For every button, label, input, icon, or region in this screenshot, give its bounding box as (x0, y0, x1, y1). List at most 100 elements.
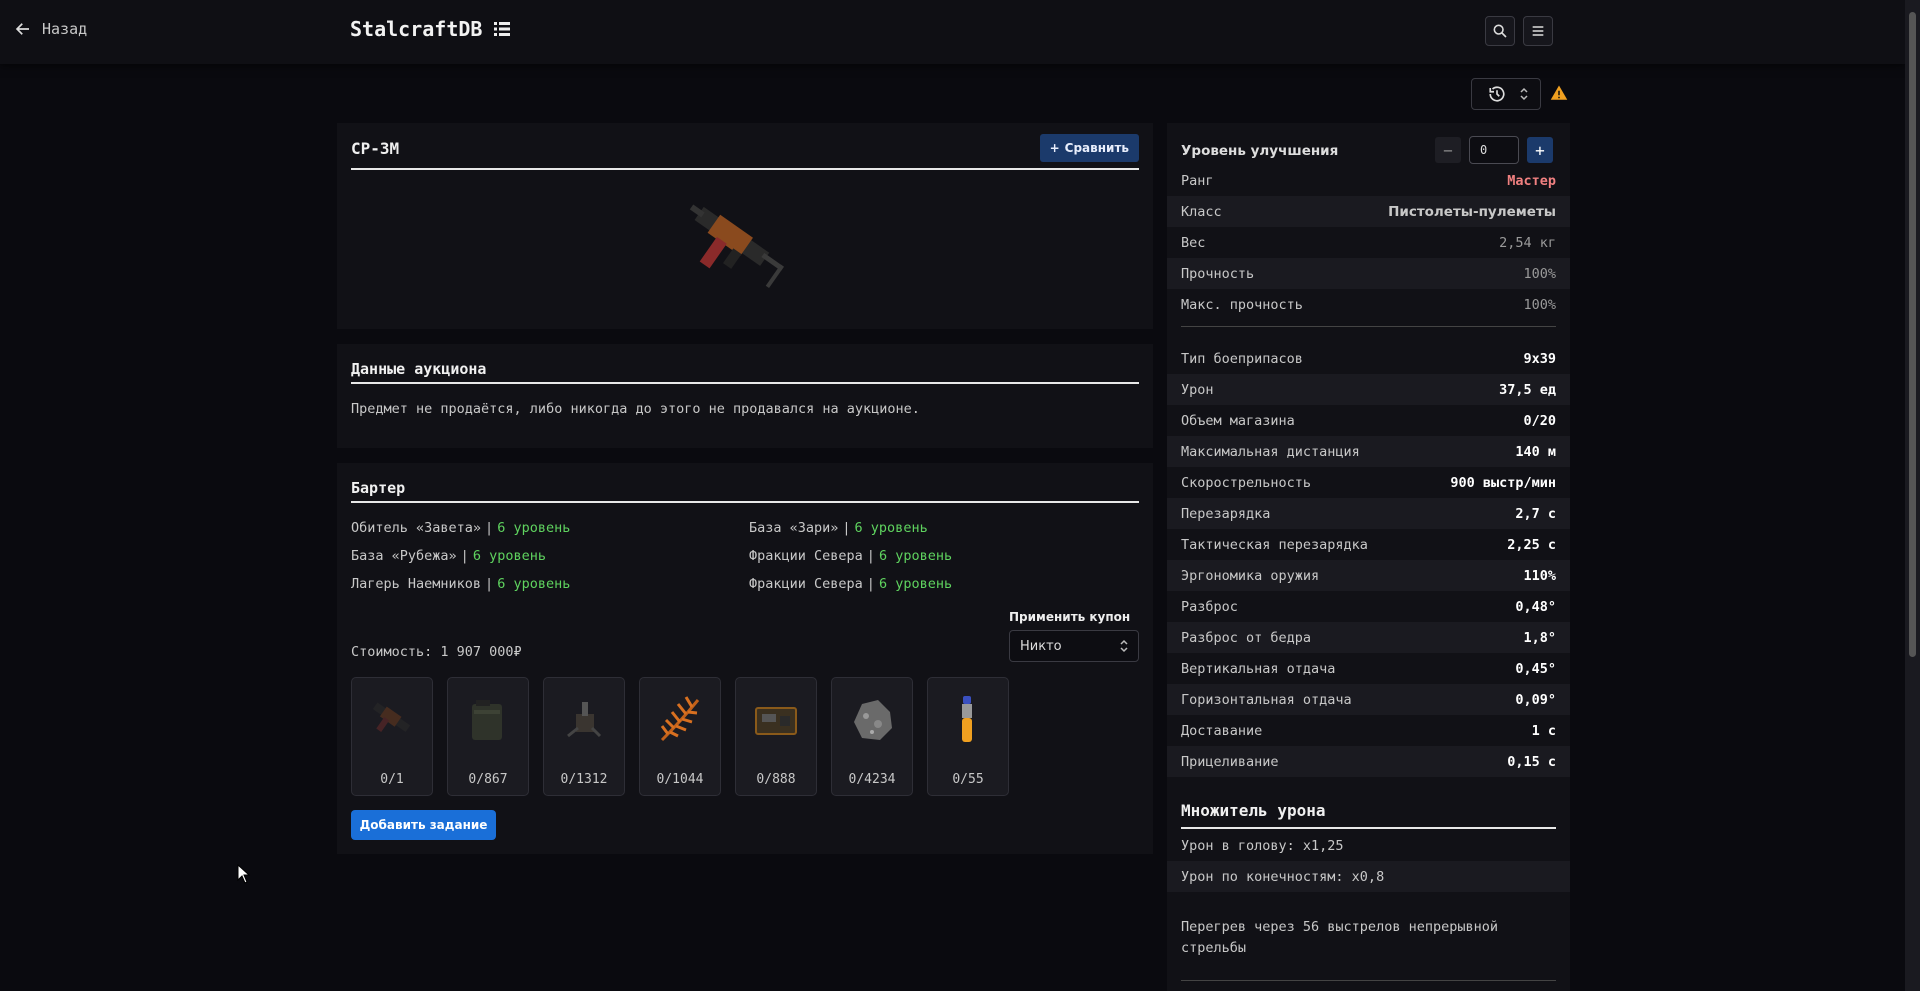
stat-value: 0,15 с (1507, 753, 1556, 770)
barter-item[interactable]: 0/1 (351, 677, 433, 796)
syringe-icon (962, 696, 972, 742)
stat-label: Перезарядка (1181, 505, 1271, 522)
database-icon (494, 22, 511, 36)
minus-icon: − (1443, 140, 1453, 160)
stat-row: Доставание 1 с (1167, 715, 1570, 746)
barter-location: Фракции Севера | 6 уровень (749, 548, 953, 564)
location-name: База «Зари» (749, 520, 839, 536)
auction-title: Данные аукциона (351, 360, 487, 378)
title-underline (351, 501, 1139, 503)
stat-row: Эргономика оружия 110% (1167, 560, 1570, 591)
coupon-select[interactable]: Никто (1009, 630, 1139, 662)
stat-row: Урон по конечностям: x0,8 (1167, 861, 1570, 892)
coupon-value: Никто (1020, 638, 1062, 654)
stat-row: Урон в голову: x1,25 (1167, 830, 1570, 861)
stat-value: 1,8° (1523, 629, 1556, 646)
location-level: 6 уровень (878, 576, 953, 592)
location-name: База «Рубежа» (351, 548, 457, 564)
stat-row: Урон 37,5 ед (1167, 374, 1570, 405)
decrement-button[interactable]: − (1435, 137, 1461, 163)
stat-row: Тип боеприпасов 9x39 (1167, 343, 1570, 374)
stat-row: Ранг Мастер (1167, 165, 1570, 196)
stat-label: Макс. прочность (1181, 296, 1303, 313)
barter-item[interactable]: 0/4234 (831, 677, 913, 796)
stat-row: Горизонтальная отдача 0,09° (1167, 684, 1570, 715)
stat-row: Объем магазина 0/20 (1167, 405, 1570, 436)
stat-label: Урон (1181, 381, 1214, 398)
barter-item[interactable]: 0/888 (735, 677, 817, 796)
item-count: 0/4234 (848, 772, 896, 787)
stat-row: Прочность 100% (1167, 258, 1570, 289)
barter-location: Лагерь Наемников | 6 уровень (351, 576, 571, 592)
stat-label: Горизонтальная отдача (1181, 691, 1352, 708)
stat-value: 0,09° (1515, 691, 1556, 708)
device-icon (567, 702, 602, 738)
location-name: Фракции Севера (749, 548, 863, 564)
stat-row: Вертикальная отдача 0,45° (1167, 653, 1570, 684)
barter-location: База «Зари» | 6 уровень (749, 520, 928, 536)
title-underline (351, 168, 1139, 170)
location-name: Фракции Севера (749, 576, 863, 592)
barter-item[interactable]: 0/1044 (639, 677, 721, 796)
increment-button[interactable]: + (1527, 137, 1553, 163)
damage-multiplier-title: Множитель урона (1181, 801, 1326, 820)
page-scrollbar[interactable] (1905, 0, 1920, 991)
mouse-cursor-icon (237, 864, 251, 884)
stat-label: Максимальная дистанция (1181, 443, 1360, 460)
menu-button[interactable] (1523, 16, 1553, 46)
coupon-label: Применить купон (1009, 610, 1131, 624)
overheat-text: Перегрев через 56 выстрелов непрерывной … (1181, 919, 1498, 956)
location-level: 6 уровень (497, 576, 571, 592)
item-count: 0/55 (952, 772, 984, 787)
barter-location: Обитель «Завета» | 6 уровень (351, 520, 571, 536)
top-bar: Назад StalcraftDB (0, 0, 1905, 64)
stat-value: 1 с (1531, 722, 1556, 739)
location-name: Обитель «Завета» (351, 520, 482, 536)
stat-value: 0,45° (1515, 660, 1556, 677)
stat-value: 0,48° (1515, 598, 1556, 615)
warning-icon[interactable] (1550, 84, 1568, 102)
stat-label: Ранг (1181, 172, 1214, 189)
location-level: 6 уровень (878, 548, 953, 564)
location-level: 6 уровень (497, 520, 571, 536)
barter-item[interactable]: 0/55 (927, 677, 1009, 796)
compare-button[interactable]: + Сравнить (1039, 134, 1139, 162)
stat-row: Класс Пистолеты-пулеметы (1167, 196, 1570, 227)
barter-item[interactable]: 0/867 (447, 677, 529, 796)
stat-value: 2,25 с (1507, 536, 1556, 553)
item-count: 0/888 (756, 772, 796, 787)
limbs-multiplier: Урон по конечностям: x0,8 (1181, 868, 1385, 885)
smg-icon (372, 702, 411, 732)
fern-icon (660, 696, 700, 742)
stat-value: 900 выстр/мин (1450, 474, 1556, 491)
stat-value: Пистолеты-пулеметы (1388, 203, 1556, 220)
stat-label: Разброс от бедра (1181, 629, 1312, 646)
history-select[interactable] (1471, 78, 1541, 110)
stat-label: Тип боеприпасов (1181, 350, 1303, 367)
upgrade-level-input[interactable] (1469, 136, 1519, 164)
barter-location: Фракции Севера | 6 уровень (749, 576, 953, 592)
divider (1181, 326, 1556, 327)
stat-label: Прочность (1181, 265, 1255, 282)
barter-location: База «Рубежа» | 6 уровень (351, 548, 546, 564)
add-task-button[interactable]: Добавить задание (351, 810, 496, 840)
auction-panel: Данные аукциона Предмет не продаётся, ли… (337, 344, 1153, 448)
scrollbar-thumb[interactable] (1909, 12, 1916, 657)
search-button[interactable] (1485, 16, 1515, 46)
barter-item[interactable]: 0/1312 (543, 677, 625, 796)
stat-value: 140 м (1515, 443, 1556, 460)
stat-value: 2,7 с (1515, 505, 1556, 522)
brand-logo[interactable]: StalcraftDB (350, 17, 512, 41)
upgrade-label: Уровень улучшения (1181, 143, 1339, 159)
stat-row: Вес 2,54 кг (1167, 227, 1570, 258)
item-count: 0/1312 (560, 772, 608, 787)
back-button[interactable]: Назад (14, 20, 87, 38)
title-underline (351, 382, 1139, 384)
stat-label: Прицеливание (1181, 753, 1279, 770)
item-count: 0/1 (380, 772, 404, 787)
stat-row: Тактическая перезарядка 2,25 с (1167, 529, 1570, 560)
back-label: Назад (42, 20, 88, 38)
item-panel: СР-3М + Сравнить (337, 123, 1153, 329)
brand-name: StalcraftDB (350, 17, 483, 41)
stat-value: 2,54 кг (1499, 234, 1556, 251)
